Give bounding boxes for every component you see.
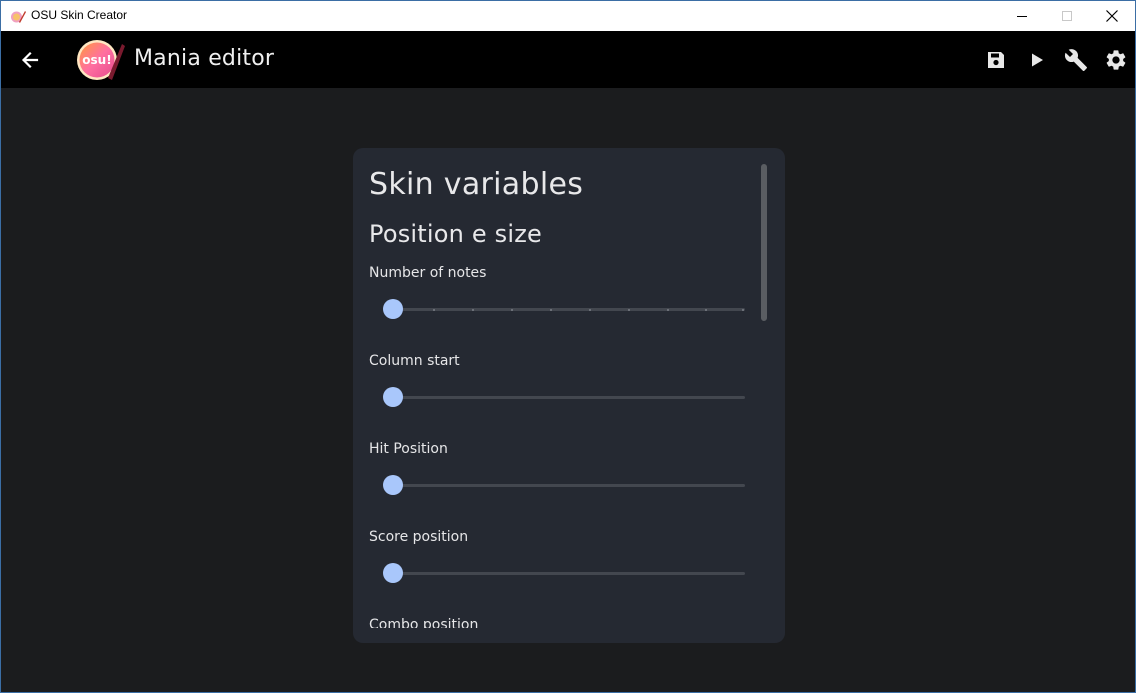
slider-tick: [433, 309, 435, 311]
minimize-icon: [1017, 16, 1027, 17]
svg-text:osu!: osu!: [82, 53, 111, 67]
slider-tick: [589, 309, 591, 311]
number-of-notes-slider[interactable]: [383, 297, 745, 321]
wrench-icon: [1064, 49, 1087, 71]
play-button[interactable]: [1024, 47, 1050, 73]
slider-tick: [667, 309, 669, 311]
slider-track: [393, 484, 745, 487]
slider-tick: [628, 309, 630, 311]
app-window: OSU Skin Creator osu! Mania editor Skin …: [0, 0, 1136, 693]
field-score-position: Score position: [369, 529, 759, 617]
card-scrollbar[interactable]: [761, 164, 767, 321]
field-combo-position: Combo position: [369, 617, 759, 628]
save-icon: [988, 52, 1004, 68]
maximize-button[interactable]: [1044, 1, 1090, 31]
minimize-button[interactable]: [999, 1, 1045, 31]
slider-track: [393, 308, 745, 311]
gear-icon: [1106, 50, 1126, 70]
slider-tick: [472, 309, 474, 311]
slider-tick: [511, 309, 513, 311]
close-icon: [1106, 10, 1118, 22]
column-start-slider[interactable]: [383, 385, 745, 409]
card-scroll-area[interactable]: Skin variables Position e size Number of…: [369, 148, 759, 628]
field-number-of-notes: Number of notes: [369, 265, 759, 353]
slider-tick: [705, 309, 707, 311]
page-title: Mania editor: [134, 46, 275, 71]
save-button[interactable]: [983, 47, 1009, 73]
field-label: Hit Position: [369, 441, 448, 457]
tools-button[interactable]: [1063, 47, 1089, 73]
app-bar: osu! Mania editor: [1, 31, 1135, 88]
slider-tick: [550, 309, 552, 311]
back-arrow-icon: [21, 51, 39, 69]
field-label: Score position: [369, 529, 469, 545]
app-icon: [10, 9, 26, 23]
score-position-slider[interactable]: [383, 561, 745, 585]
slider-thumb[interactable]: [383, 299, 403, 319]
section-title: Position e size: [369, 220, 543, 248]
play-icon: [1032, 53, 1043, 67]
slider-tick: [742, 309, 744, 311]
field-label: Combo position: [369, 617, 479, 628]
card-title: Skin variables: [369, 167, 584, 202]
skin-variables-card: Skin variables Position e size Number of…: [353, 148, 785, 643]
slider-thumb[interactable]: [383, 475, 403, 495]
settings-button[interactable]: [1103, 47, 1129, 73]
field-label: Number of notes: [369, 265, 487, 281]
maximize-icon: [1062, 11, 1072, 21]
window-title: OSU Skin Creator: [31, 8, 128, 22]
hit-position-slider[interactable]: [383, 473, 745, 497]
slider-track: [393, 396, 745, 399]
close-button[interactable]: [1089, 1, 1135, 31]
field-hit-position: Hit Position: [369, 441, 759, 529]
slider-thumb[interactable]: [383, 387, 403, 407]
back-button[interactable]: [15, 45, 45, 75]
field-label: Column start: [369, 353, 460, 369]
title-bar: OSU Skin Creator: [1, 1, 1135, 31]
osu-logo: osu!: [75, 38, 125, 82]
field-column-start: Column start: [369, 353, 759, 441]
slider-track: [393, 572, 745, 575]
slider-thumb[interactable]: [383, 563, 403, 583]
